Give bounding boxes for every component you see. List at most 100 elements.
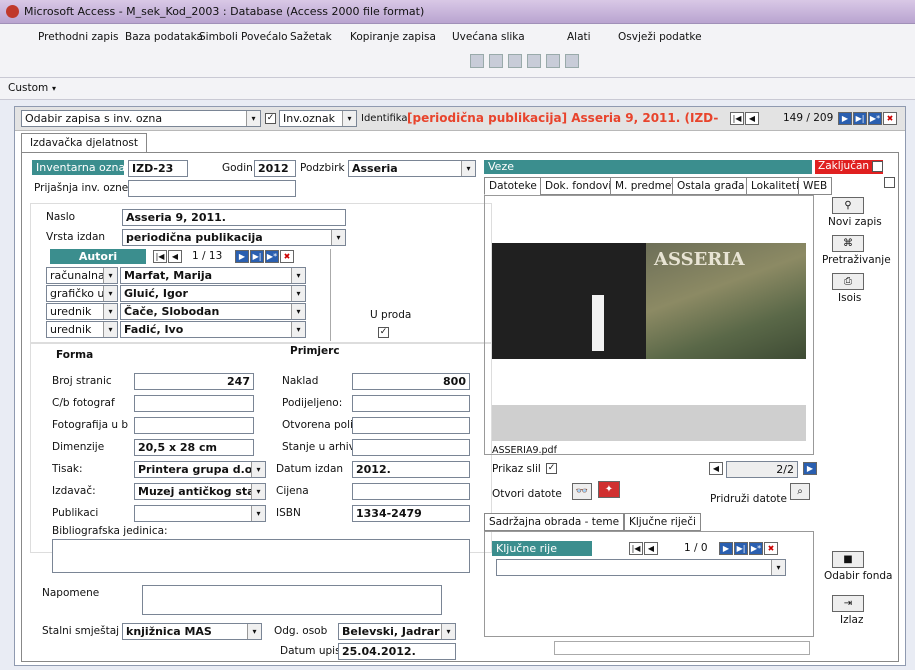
tisak-combo[interactable]: Printera grupa d.o. ▾ (134, 461, 266, 478)
next-author-icon[interactable]: ▶ (235, 249, 249, 263)
delete-record-icon[interactable]: ✖ (883, 111, 897, 125)
author-name-combo[interactable]: Fadić, Ivo ▾ (120, 321, 306, 338)
datum-izdanja-input[interactable]: 2012. (352, 461, 470, 478)
binoculars-icon[interactable]: ⌘ (832, 235, 864, 252)
author-role-combo[interactable]: grafičko ured ▾ (46, 285, 118, 302)
cb-foto-input[interactable] (134, 395, 254, 412)
last-kw-icon[interactable]: ▶| (734, 541, 748, 555)
delete-kw-icon[interactable]: ✖ (764, 541, 778, 555)
author-name-combo[interactable]: Marfat, Marija ▾ (120, 267, 306, 284)
datum-upisa-input[interactable]: 25.04.2012. (338, 643, 456, 660)
novi-zapis-label[interactable]: Novi zapis (828, 216, 882, 228)
cut-icon[interactable] (470, 54, 484, 68)
next-record-icon[interactable]: ▶ (838, 111, 852, 125)
window-icon[interactable] (565, 54, 579, 68)
last-author-icon[interactable]: ▶| (250, 249, 264, 263)
izlaz-label[interactable]: Izlaz (840, 614, 863, 626)
glasses-icon[interactable]: 👓 (572, 483, 592, 500)
menu-item[interactable]: Sažetak (290, 31, 332, 43)
inv-input[interactable]: IZD-23 (128, 160, 188, 177)
first-record-icon[interactable]: |◀ (730, 111, 744, 125)
pdf-icon[interactable]: ✦ (598, 481, 620, 498)
menu-item[interactable]: Prethodni zapis (38, 31, 118, 43)
menu-item[interactable]: Povećalo (241, 31, 288, 43)
authors-scrollbar[interactable] (330, 249, 342, 341)
prev-kw-icon[interactable]: ◀ (644, 541, 658, 555)
exit-icon[interactable]: ⇥ (832, 595, 864, 612)
subtab-1[interactable]: Ključne riječi (624, 513, 701, 531)
naklada-input[interactable]: 800 (352, 373, 470, 390)
new-author-icon[interactable]: ▶* (265, 249, 279, 263)
author-role-combo[interactable]: urednik ▾ (46, 321, 118, 338)
new-record-icon[interactable]: ▶* (868, 111, 882, 125)
fond-icon[interactable]: ■ (832, 551, 864, 568)
pretrazivanje-label[interactable]: Pretraživanje (822, 254, 900, 266)
new-record-button-icon[interactable]: ⚲ (832, 197, 864, 214)
kljucne-combo[interactable]: ▾ (496, 559, 786, 576)
isbn-input[interactable]: 1334-2479 (352, 505, 470, 522)
print-icon[interactable]: ⎙ (832, 273, 864, 290)
format-icon[interactable] (527, 54, 541, 68)
ispis-label[interactable]: Isois (838, 292, 861, 304)
prev-author-icon[interactable]: ◀ (168, 249, 182, 263)
tab-izdavacka[interactable]: Izdavačka djelatnost (21, 133, 147, 153)
chevron-down-icon[interactable]: ▾ (52, 84, 56, 93)
dimenzije-input[interactable]: 20,5 x 28 cm (134, 439, 254, 456)
first-author-icon[interactable]: |◀ (153, 249, 167, 263)
custom-label[interactable]: Custom (8, 82, 48, 94)
odg-combo[interactable]: Belevski, Jadrar ▾ (338, 623, 456, 640)
menu-item[interactable]: Uvećana slika (452, 31, 525, 43)
record-select-combo[interactable]: Odabir zapisa s inv. ozna ▾ (21, 110, 261, 127)
tab-lokaliteti[interactable]: Lokaliteti (746, 177, 804, 195)
prev-record-icon[interactable]: ◀ (745, 111, 759, 125)
podijeljeno-input[interactable] (352, 395, 470, 412)
new-kw-icon[interactable]: ▶* (749, 541, 763, 555)
vrsta-combo[interactable]: periodična publikacija ▾ (122, 229, 346, 246)
author-name-combo[interactable]: Čače, Slobodan ▾ (120, 303, 306, 320)
tab-dok-fondovi[interactable]: Dok. fondovi (540, 177, 617, 195)
first-kw-icon[interactable]: |◀ (629, 541, 643, 555)
prikaz-checkbox[interactable]: ✓ (546, 463, 557, 474)
podzbirka-combo[interactable]: Asseria ▾ (348, 160, 476, 177)
author-role-combo[interactable]: urednik ▾ (46, 303, 118, 320)
tab-datoteke[interactable]: Datoteke (484, 177, 542, 195)
author-name-combo[interactable]: Gluić, Igor ▾ (120, 285, 306, 302)
tab-web[interactable]: WEB (798, 177, 833, 195)
broj-stranica-input[interactable]: 247 (134, 373, 254, 390)
next-kw-icon[interactable]: ▶ (719, 541, 733, 555)
prev-image-icon[interactable]: ◀ (709, 462, 723, 475)
izdavac-combo[interactable]: Muzej antičkog sta ▾ (134, 483, 266, 500)
stalni-combo[interactable]: knjižnica MAS ▾ (122, 623, 262, 640)
publikacija-combo[interactable]: ▾ (134, 505, 266, 522)
uprodaji-checkbox[interactable]: ✓ (378, 327, 389, 338)
napomene-input[interactable] (142, 585, 442, 615)
tab-ostala-gra-a[interactable]: Ostala građa (672, 177, 750, 195)
web-checkbox[interactable] (884, 177, 895, 188)
author-role-combo[interactable]: računalna ob ▾ (46, 267, 118, 284)
last-record-icon[interactable]: ▶| (853, 111, 867, 125)
inv-oznaka-combo[interactable]: Inv.oznak ▾ (279, 110, 357, 127)
menu-item[interactable]: Baza podataka (125, 31, 203, 43)
foto-input[interactable] (134, 417, 254, 434)
magnifier-icon[interactable]: ⌕ (790, 483, 810, 500)
biblio-input[interactable] (52, 539, 470, 573)
stanje-input[interactable] (352, 439, 470, 456)
next-image-icon[interactable]: ▶ (803, 462, 817, 475)
menu-item[interactable]: Kopiranje zapisa (350, 31, 436, 43)
subtab-0[interactable]: Sadržajna obrada - teme (484, 513, 625, 531)
horizontal-scrollbar[interactable] (554, 641, 810, 655)
godina-input[interactable]: 2012 (254, 160, 296, 177)
copy-icon[interactable] (489, 54, 503, 68)
naslov-input[interactable]: Asseria 9, 2011. (122, 209, 346, 226)
filter-checkbox[interactable]: ✓ (265, 113, 276, 124)
delete-author-icon[interactable]: ✖ (280, 249, 294, 263)
menu-item[interactable]: Simboli (199, 31, 238, 43)
menu-item[interactable]: Alati (567, 31, 591, 43)
zakljucan-checkbox[interactable] (872, 161, 883, 172)
run-icon[interactable] (546, 54, 560, 68)
paste-icon[interactable] (508, 54, 522, 68)
prijasnja-input[interactable] (128, 180, 296, 197)
cover-image[interactable]: ASSERIA (492, 243, 806, 359)
otvorena-input[interactable] (352, 417, 470, 434)
menu-item[interactable]: Osvježi podatke (618, 31, 702, 43)
